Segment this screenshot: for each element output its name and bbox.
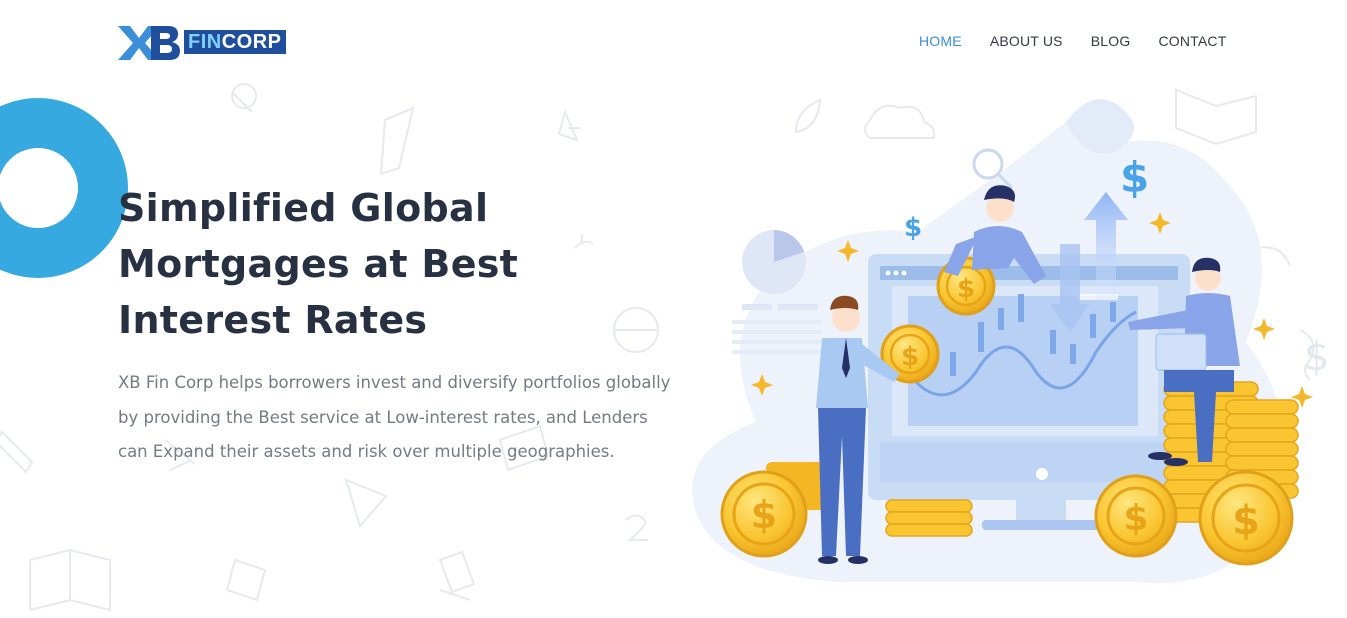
logo-word-corp: CORP (221, 31, 282, 53)
site-header: FIN CORP HOME ABOUT US BLOG CONTACT (0, 0, 1347, 84)
hero-title: Simplified Global Mortgages at Best Inte… (118, 180, 638, 348)
svg-text:$: $ (1232, 498, 1260, 544)
nav-contact[interactable]: CONTACT (1158, 33, 1226, 49)
hero-title-line-2: Mortgages at Best (118, 242, 519, 286)
svg-text:$: $ (901, 342, 919, 372)
nav-blog[interactable]: BLOG (1091, 33, 1131, 49)
logo-wordmark: FIN CORP (184, 30, 286, 54)
svg-text:$: $ (957, 274, 975, 304)
hero-title-line-1: Simplified Global (118, 186, 489, 230)
svg-text:$: $ (1123, 498, 1148, 539)
dollar-icon-top: $ (1120, 153, 1149, 202)
main-nav: HOME ABOUT US BLOG CONTACT (919, 33, 1226, 49)
dollar-icon-right: $ (1304, 334, 1329, 380)
nav-about-us[interactable]: ABOUT US (990, 33, 1063, 49)
hero-title-line-3: Interest Rates (118, 298, 428, 342)
xb-logo-mark-icon (118, 26, 180, 60)
logo-word-fin: FIN (188, 31, 222, 53)
laptop-icon (1155, 333, 1207, 371)
hero-description: XB Fin Corp helps borrowers invest and d… (118, 373, 671, 461)
decorative-ring (0, 98, 128, 278)
finance-growth-illustration: $ $ $ $ $ $ $ $ (692, 99, 1329, 584)
brand-logo[interactable]: FIN CORP (118, 24, 286, 60)
nav-home[interactable]: HOME (919, 33, 962, 49)
svg-text:$: $ (751, 493, 777, 537)
dollar-icon-left: $ (904, 213, 922, 243)
